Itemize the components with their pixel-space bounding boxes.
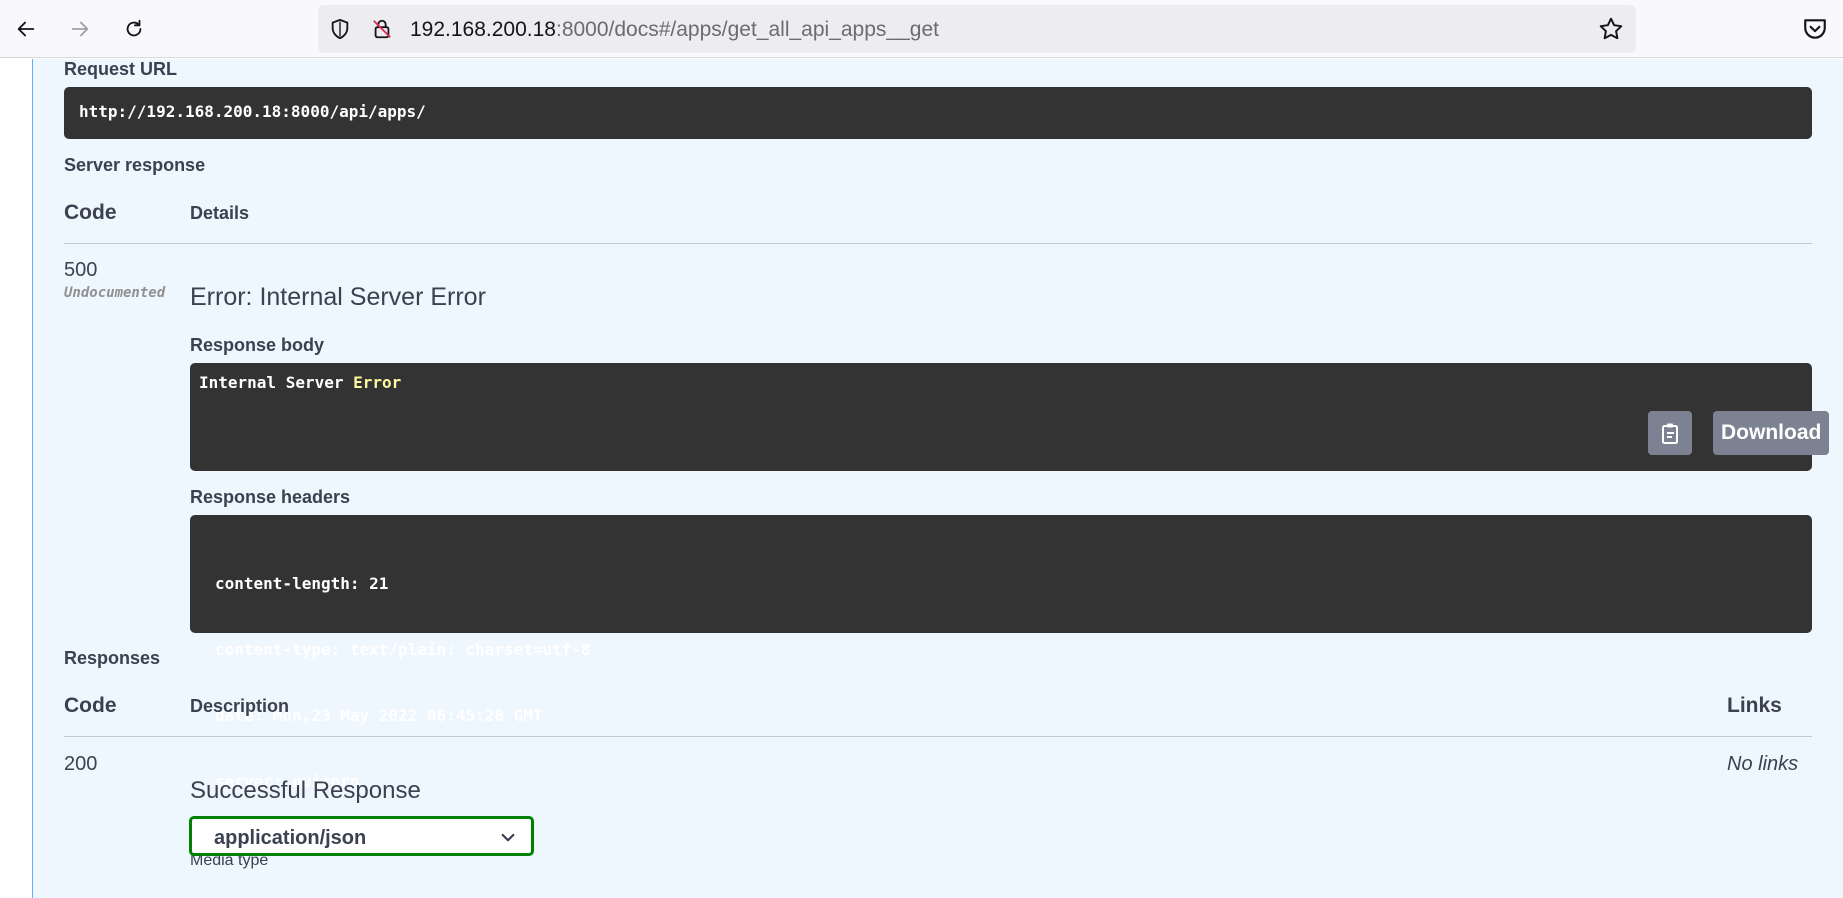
response-links: No links xyxy=(1727,753,1799,775)
bookmark-star-icon[interactable] xyxy=(1598,16,1624,42)
back-button[interactable] xyxy=(8,11,44,47)
response-headers-label: Response headers xyxy=(190,487,351,507)
forward-button[interactable] xyxy=(62,11,98,47)
request-url-label: Request URL xyxy=(64,59,178,79)
chevron-down-icon xyxy=(501,833,515,842)
download-button[interactable]: Download xyxy=(1713,411,1830,455)
divider xyxy=(64,736,1812,737)
pocket-icon[interactable] xyxy=(1802,16,1828,42)
page-content: Request URL http://192.168.200.18:8000/a… xyxy=(0,59,1843,898)
reload-button[interactable] xyxy=(116,11,152,47)
response-body-box: Internal Server Error Download xyxy=(190,363,1830,471)
response-body-text: Internal Server Error xyxy=(199,373,402,392)
responses-col-description: Description xyxy=(190,696,290,716)
response-headers-box: content-length: 21 content-type: text/pl… xyxy=(190,515,1812,791)
insecure-lock-icon[interactable] xyxy=(370,17,394,41)
responses-col-links: Links xyxy=(1727,694,1782,717)
forward-icon xyxy=(71,21,89,37)
col-code-header: Code xyxy=(64,201,117,224)
header-line: content-type: text/plain; charset=utf-8 xyxy=(215,640,591,659)
col-details-header: Details xyxy=(190,203,250,223)
response-code: 200 xyxy=(64,753,98,775)
copy-to-clipboard-button[interactable] xyxy=(1648,411,1692,455)
response-description: Successful Response xyxy=(190,777,421,804)
reload-icon xyxy=(126,19,142,37)
url-bar[interactable]: 192.168.200.18:8000/docs#/apps/get_all_a… xyxy=(318,5,1636,53)
shield-icon[interactable] xyxy=(328,17,352,41)
browser-toolbar: 192.168.200.18:8000/docs#/apps/get_all_a… xyxy=(0,0,1843,58)
operation-panel: Request URL http://192.168.200.18:8000/a… xyxy=(32,59,1843,898)
divider xyxy=(64,243,1812,244)
media-type-select[interactable]: application/json xyxy=(189,816,534,856)
responses-col-code: Code xyxy=(64,694,117,717)
url-text[interactable]: 192.168.200.18:8000/docs#/apps/get_all_a… xyxy=(410,18,939,42)
server-response-label: Server response xyxy=(64,155,206,175)
error-title: Error: Internal Server Error xyxy=(190,283,486,311)
back-icon xyxy=(17,21,35,37)
header-line: content-length: 21 xyxy=(215,574,389,593)
response-status-code: 500 xyxy=(64,259,98,281)
responses-label: Responses xyxy=(64,648,161,668)
request-url-box: http://192.168.200.18:8000/api/apps/ xyxy=(64,87,1812,139)
request-url-value: http://192.168.200.18:8000/api/apps/ xyxy=(79,102,426,121)
undocumented-note: Undocumented xyxy=(64,285,166,301)
response-body-label: Response body xyxy=(190,335,325,355)
media-type-value: application/json xyxy=(214,827,367,849)
clipboard-icon xyxy=(1662,423,1678,444)
